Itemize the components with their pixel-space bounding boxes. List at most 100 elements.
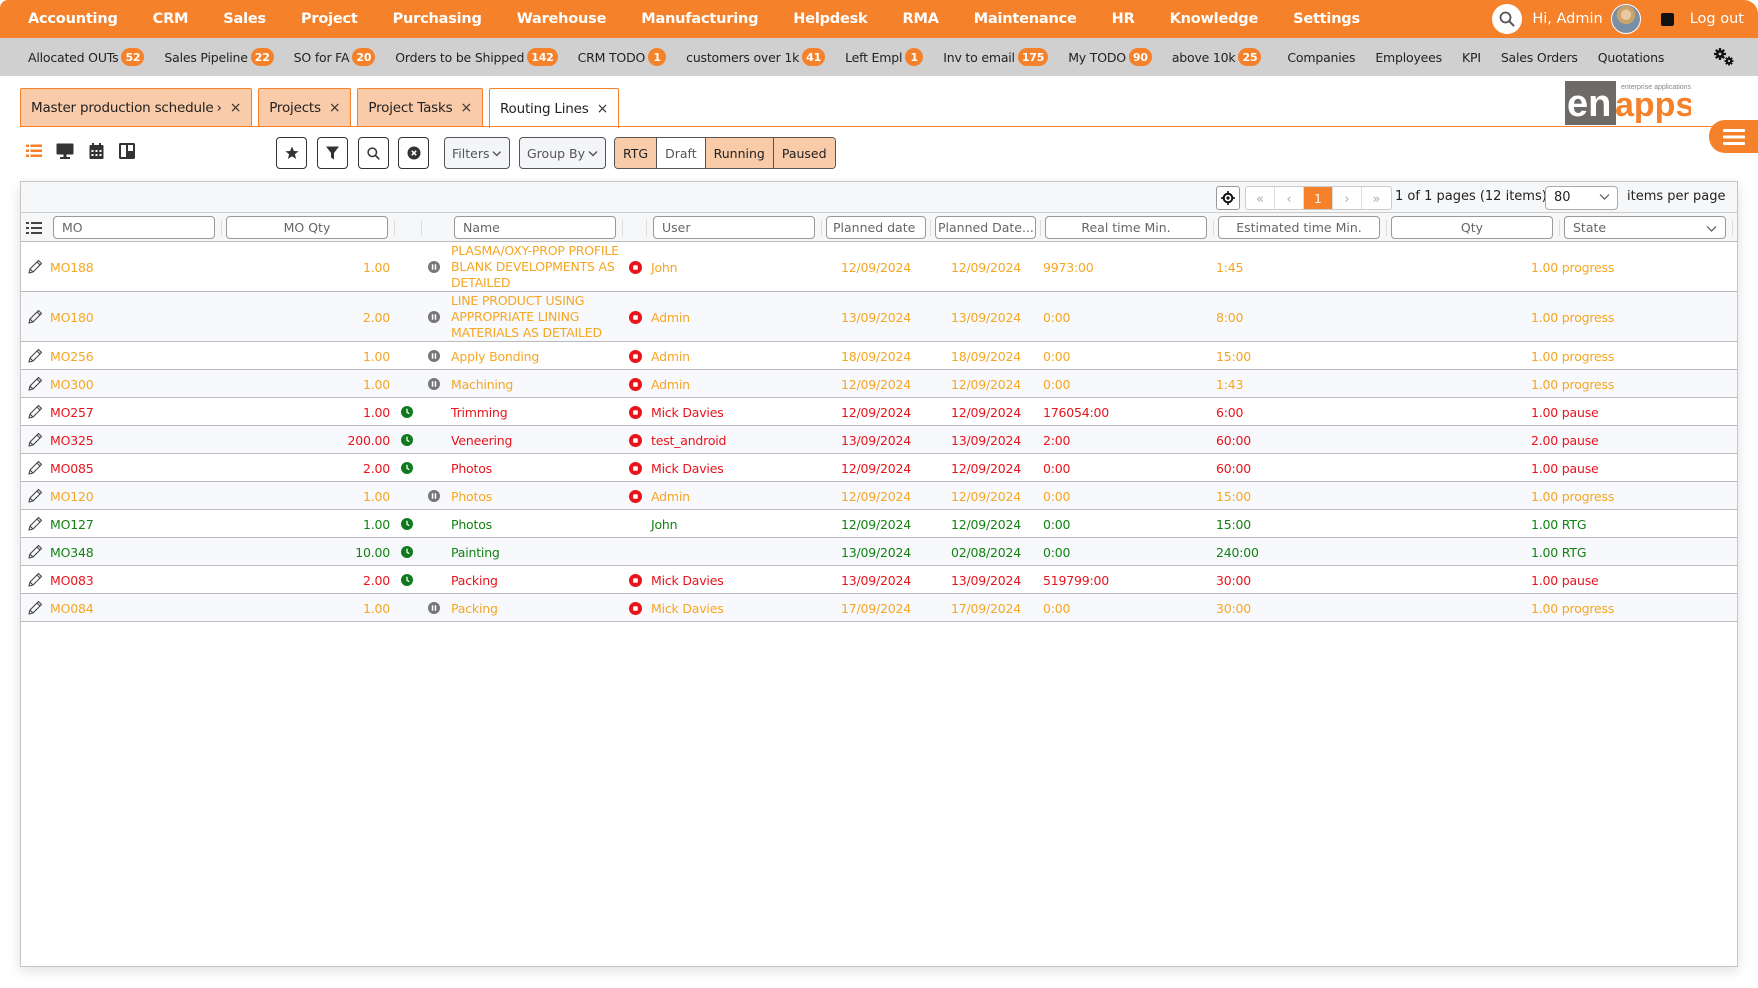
edit-pencil-icon[interactable] (27, 516, 43, 535)
edit-pencil-icon[interactable] (27, 259, 43, 278)
close-tab-icon[interactable]: × (597, 101, 609, 117)
cell-mo[interactable]: MO325 (50, 433, 94, 448)
top-nav-item-knowledge[interactable]: Knowledge (1170, 11, 1259, 27)
shortcut-so-for-fa[interactable]: SO for FA 20 (294, 48, 376, 66)
stop-icon[interactable] (629, 490, 642, 506)
tab-master-production-schedule[interactable]: Master production schedule › × (20, 88, 253, 127)
state-filter-running[interactable]: Running (705, 138, 774, 168)
settings-gears-icon[interactable] (1712, 47, 1736, 71)
kanban-view-button[interactable] (118, 142, 136, 160)
state-filter-paused[interactable]: Paused (773, 138, 835, 168)
edit-pencil-icon[interactable] (27, 600, 43, 619)
filter-name[interactable]: Name (454, 216, 616, 239)
table-row[interactable]: MO300 1.00 Machining Admin 12/09/2024 12/09/2… (21, 370, 1737, 398)
cell-mo[interactable]: MO083 (50, 573, 94, 588)
table-row[interactable]: MO083 2.00 Packing Mick Davies 13/09/2024 13/… (21, 566, 1737, 594)
shortcut-allocated-outs[interactable]: Allocated OUTs 52 (28, 48, 145, 66)
edit-pencil-icon[interactable] (27, 488, 43, 507)
stop-icon[interactable] (629, 378, 642, 394)
shortcut-sales-pipeline[interactable]: Sales Pipeline 22 (164, 48, 274, 66)
shortcut-customers-over-1k[interactable]: customers over 1k 41 (686, 48, 826, 66)
form-view-button[interactable] (56, 142, 74, 160)
tab-routing-lines[interactable]: Routing Lines × (488, 88, 620, 128)
current-page-button[interactable]: 1 (1304, 187, 1333, 209)
search-button[interactable] (358, 137, 389, 169)
cell-mo[interactable]: MO348 (50, 545, 94, 560)
shortcut-left-empl[interactable]: Left Empl 1 (845, 48, 924, 66)
close-tab-icon[interactable]: × (230, 100, 242, 116)
top-nav-item-accounting[interactable]: Accounting (28, 11, 118, 27)
filter-planned-date-end[interactable]: Planned Date... (935, 216, 1036, 239)
state-filter-rtg[interactable]: RTG (615, 138, 658, 168)
shortcut-crm-todo[interactable]: CRM TODO 1 (578, 48, 667, 66)
table-row[interactable]: MO120 1.00 Photos Admin 12/09/2024 12/09/2024… (21, 482, 1737, 510)
clear-filters-button[interactable] (398, 137, 429, 169)
stop-icon[interactable] (629, 434, 642, 450)
filter-qty[interactable]: Qty (1391, 216, 1553, 239)
shortcut-companies[interactable]: Companies (1287, 50, 1355, 65)
stop-icon[interactable] (629, 406, 642, 422)
table-row[interactable]: MO180 2.00 LINE PRODUCT USING APPROPRIATE … (21, 292, 1737, 342)
edit-pencil-icon[interactable] (27, 404, 43, 423)
last-page-button[interactable]: » (1362, 187, 1391, 209)
top-nav-item-hr[interactable]: HR (1112, 11, 1135, 27)
stop-icon[interactable] (629, 261, 642, 277)
locate-button[interactable] (1216, 186, 1240, 210)
close-tab-icon[interactable]: × (329, 100, 341, 116)
first-page-button[interactable]: « (1246, 187, 1275, 209)
edit-pencil-icon[interactable] (27, 376, 43, 395)
table-row[interactable]: MO085 2.00 Photos Mick Davies 12/09/2024 12/0… (21, 454, 1737, 482)
top-nav-item-warehouse[interactable]: Warehouse (517, 11, 607, 27)
edit-pencil-icon[interactable] (27, 572, 43, 591)
filter-button[interactable] (317, 137, 348, 169)
edit-pencil-icon[interactable] (27, 460, 43, 479)
cell-mo[interactable]: MO120 (50, 489, 94, 504)
logout-link[interactable]: Log out (1690, 11, 1744, 27)
favorites-button[interactable] (276, 137, 307, 169)
filter-mo-qty[interactable]: MO Qty (226, 216, 388, 239)
top-nav-item-helpdesk[interactable]: Helpdesk (793, 11, 867, 27)
shortcut-quotations[interactable]: Quotations (1598, 50, 1665, 65)
stop-icon[interactable] (629, 574, 642, 590)
shortcut-sales-orders[interactable]: Sales Orders (1501, 50, 1578, 65)
stop-icon[interactable] (629, 602, 642, 618)
table-row[interactable]: MO348 10.00 Painting 13/09/2024 02/08/2024 0:… (21, 538, 1737, 566)
cell-mo[interactable]: MO257 (50, 405, 94, 420)
filter-estimated-time[interactable]: Estimated time Min. (1218, 216, 1380, 239)
top-nav-item-settings[interactable]: Settings (1293, 11, 1360, 27)
avatar[interactable] (1610, 4, 1641, 34)
group-by-dropdown[interactable]: Group By (519, 137, 606, 169)
cell-mo[interactable]: MO085 (50, 461, 94, 476)
close-tab-icon[interactable]: × (460, 100, 472, 116)
edit-pencil-icon[interactable] (27, 544, 43, 563)
state-filter-draft[interactable]: Draft (657, 138, 706, 168)
edit-pencil-icon[interactable] (27, 432, 43, 451)
next-page-button[interactable]: › (1333, 187, 1362, 209)
top-nav-item-crm[interactable]: CRM (153, 11, 189, 27)
filter-user[interactable]: User (653, 216, 815, 239)
filters-dropdown[interactable]: Filters (444, 137, 510, 169)
stop-icon[interactable] (629, 311, 642, 327)
cell-mo[interactable]: MO256 (50, 349, 94, 364)
list-view-button[interactable] (25, 142, 43, 160)
shortcut-kpi[interactable]: KPI (1462, 50, 1481, 65)
shortcut-inv-to-email[interactable]: Inv to email 175 (943, 48, 1049, 66)
shortcut-above-10k[interactable]: above 10k 25 (1172, 48, 1262, 66)
filter-planned-date[interactable]: Planned date (826, 216, 926, 239)
side-menu-button[interactable] (1709, 120, 1758, 153)
top-nav-item-purchasing[interactable]: Purchasing (393, 11, 482, 27)
table-row[interactable]: MO257 1.00 Trimming Mick Davies 12/09/2024 12… (21, 398, 1737, 426)
edit-pencil-icon[interactable] (27, 348, 43, 367)
notebook-icon[interactable] (1660, 12, 1674, 26)
table-row[interactable]: MO127 1.00 Photos John 12/09/2024 12/09/2024 0… (21, 510, 1737, 538)
stop-icon[interactable] (629, 462, 642, 478)
table-row[interactable]: MO188 1.00 PLASMA/OXY-PROP PROFILE BLANK D… (21, 242, 1737, 292)
cell-mo[interactable]: MO300 (50, 377, 94, 392)
filter-mo[interactable]: MO (53, 216, 215, 239)
stop-icon[interactable] (629, 350, 642, 366)
shortcut-orders-to-be-shipped[interactable]: Orders to be Shipped 142 (395, 48, 558, 66)
top-nav-item-manufacturing[interactable]: Manufacturing (641, 11, 758, 27)
top-nav-item-rma[interactable]: RMA (903, 11, 939, 27)
tab-projects[interactable]: Projects × (258, 88, 352, 127)
cell-mo[interactable]: MO084 (50, 601, 94, 616)
